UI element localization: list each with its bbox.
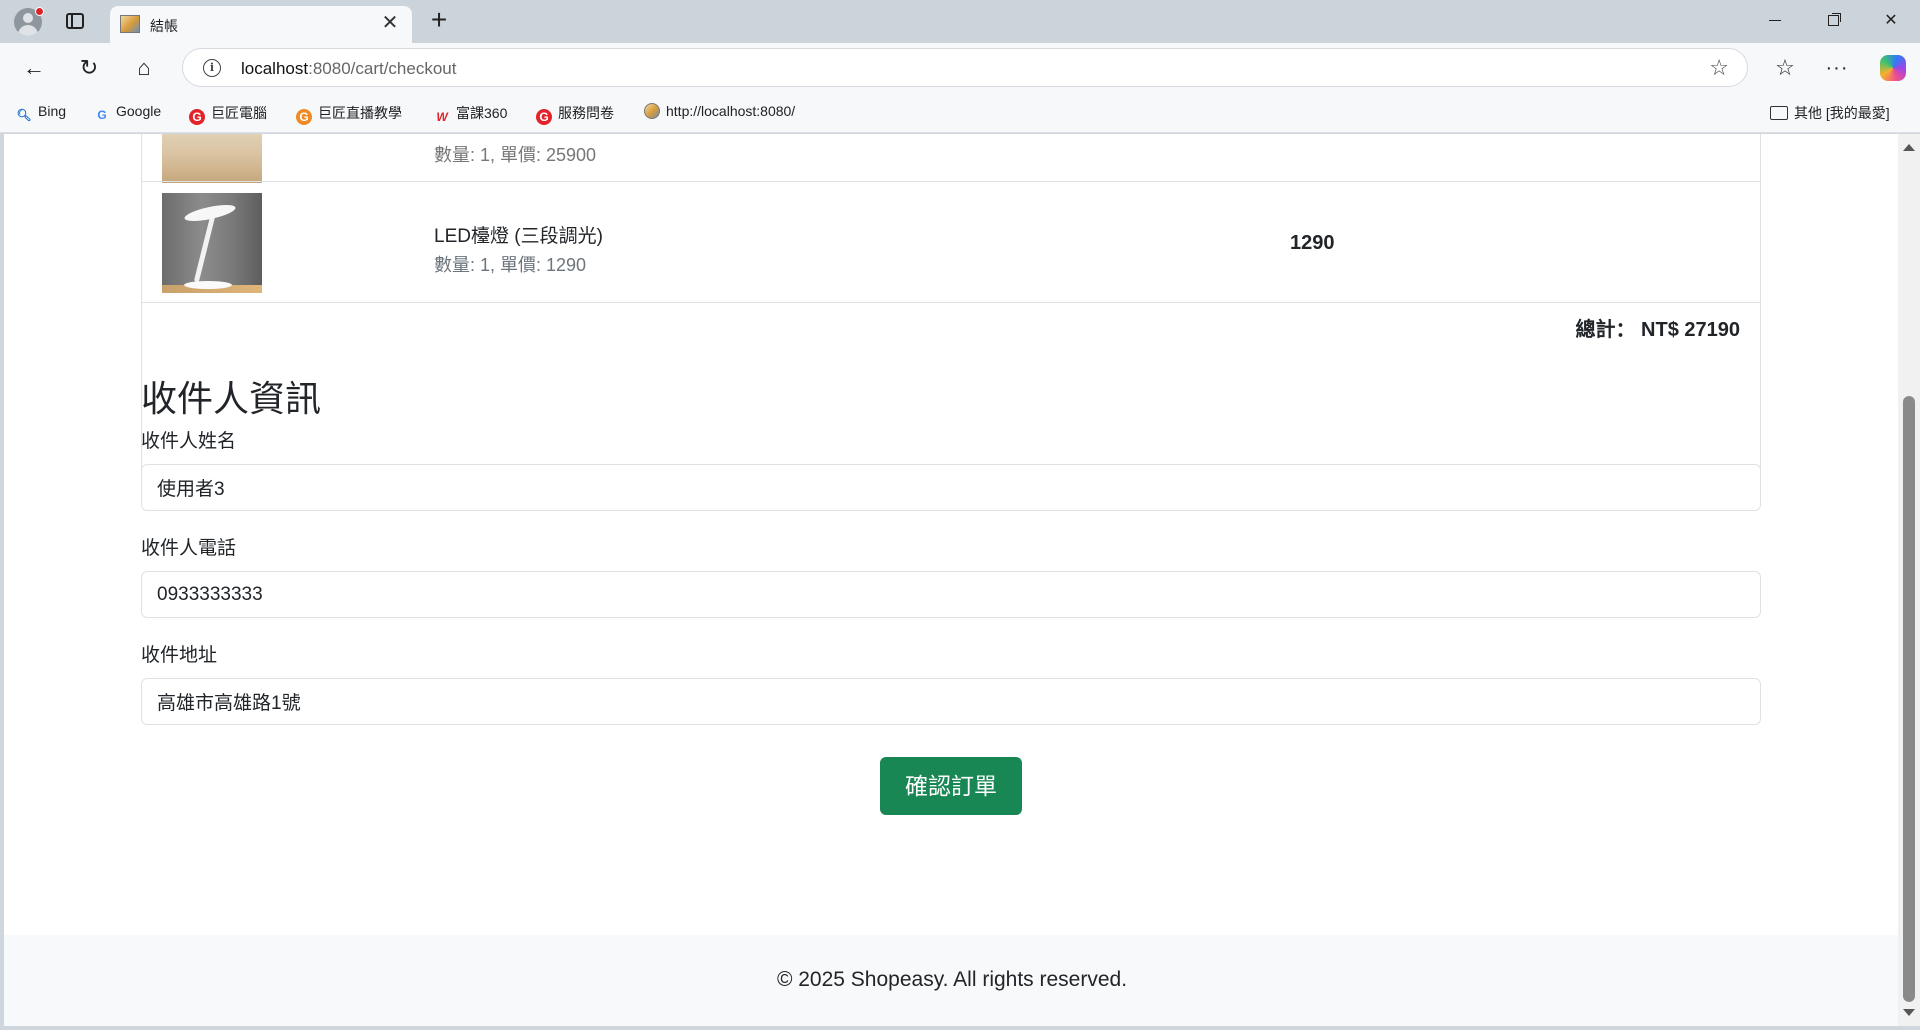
page-scrollbar[interactable] [1898,134,1920,1026]
notification-dot [35,7,44,16]
tab-title: 結帳 [150,18,178,34]
recipient-name-label: 收件人姓名 [141,431,237,452]
tab-favicon-icon [120,15,140,33]
browser-toolbar: ← ↻ ⌂ i localhost:8080/cart/checkout ☆ ☆… [0,43,1920,92]
bookmark-jujiang-live[interactable]: G 巨匠直播教學 [296,103,402,125]
reload-icon[interactable]: ↻ [72,51,106,85]
cart-summary-card: 數量: 1, 單價: 25900 LED檯燈 (三段調光) 數量: 1, 單價:… [141,134,1761,487]
more-options-icon[interactable]: ··· [1820,51,1854,85]
cart-total: 總計： NT$ 27190 [1575,319,1740,341]
google-icon: G [97,108,107,122]
cart-item-sub: 數量: 1, 單價: 1290 [434,255,587,275]
copilot-icon[interactable] [1880,55,1906,81]
cart-item-1-sub: 數量: 1, 單價: 25900 [434,145,597,165]
bookmark-jujiang-computer[interactable]: G 巨匠電腦 [189,103,267,125]
recipient-address-label: 收件地址 [141,645,218,666]
bookmark-fuke360[interactable]: W 富課360 [434,103,507,125]
site-info-icon[interactable]: i [203,59,221,77]
bookmark-google[interactable]: G Google [94,103,161,123]
recipient-address-input[interactable] [141,678,1761,725]
bookmark-folder-other[interactable]: 其他 [我的最愛] [1770,103,1890,123]
scrollbar-thumb[interactable] [1903,396,1915,1002]
recipient-phone-input[interactable] [141,571,1761,618]
bookmark-localhost[interactable]: http://localhost:8080/ [644,103,795,119]
minimize-button[interactable] [1752,6,1798,36]
row-divider [142,302,1760,303]
page-footer: © 2025 Shopeasy. All rights reserved. [4,935,1900,1026]
confirm-order-button[interactable]: 確認訂單 [880,757,1022,815]
cart-item-name: LED檯燈 (三段調光) [434,226,603,247]
folder-icon [1770,106,1788,120]
browser-tab-checkout[interactable]: 結帳 ✕ [110,6,412,43]
product-image-1 [162,134,262,183]
scroll-down-arrow-icon[interactable] [1903,1009,1915,1016]
survey-icon: G [536,109,552,125]
bookmark-survey[interactable]: G 服務問卷 [536,103,614,125]
browser-title-bar: 結帳 ✕ + ✕ [0,0,1920,43]
fuke-icon: W [436,110,448,124]
window-close-button[interactable]: ✕ [1868,6,1914,36]
row-divider [142,181,1760,182]
bing-icon: 🔍︎ [16,108,32,122]
back-arrow-icon[interactable]: ← [17,51,51,85]
tab-close-icon[interactable]: ✕ [380,13,400,33]
address-bar[interactable]: i localhost:8080/cart/checkout ☆ [182,48,1748,87]
scroll-up-arrow-icon[interactable] [1903,144,1915,151]
recipient-section-title: 收件人資訊 [141,379,322,420]
jujiang-icon: G [189,109,205,125]
favorite-star-icon[interactable]: ☆ [1709,55,1729,81]
maximize-button[interactable] [1810,6,1856,36]
cart-item-price: 1290 [1290,232,1335,254]
bookmark-bing[interactable]: 🔍︎ Bing [16,103,66,123]
jujiang-live-icon: G [296,109,312,125]
home-icon[interactable]: ⌂ [127,51,161,85]
bookmarks-bar: 🔍︎ Bing G Google G 巨匠電腦 G 巨匠直播教學 W 富課360 G 服務問… [0,92,1920,133]
favorites-icon[interactable]: ☆ [1768,51,1802,85]
page-viewport: 數量: 1, 單價: 25900 LED檯燈 (三段調光) 數量: 1, 單價:… [4,134,1900,1026]
tab-actions-icon[interactable] [66,13,84,29]
localhost-favicon-icon [644,103,660,119]
product-image-led-lamp [162,193,262,293]
url-text: localhost:8080/cart/checkout [241,59,457,78]
recipient-phone-label: 收件人電話 [141,538,237,559]
recipient-name-input[interactable] [141,464,1761,511]
new-tab-button[interactable]: + [424,5,454,35]
footer-copyright: © 2025 Shopeasy. All rights reserved. [776,968,1128,991]
